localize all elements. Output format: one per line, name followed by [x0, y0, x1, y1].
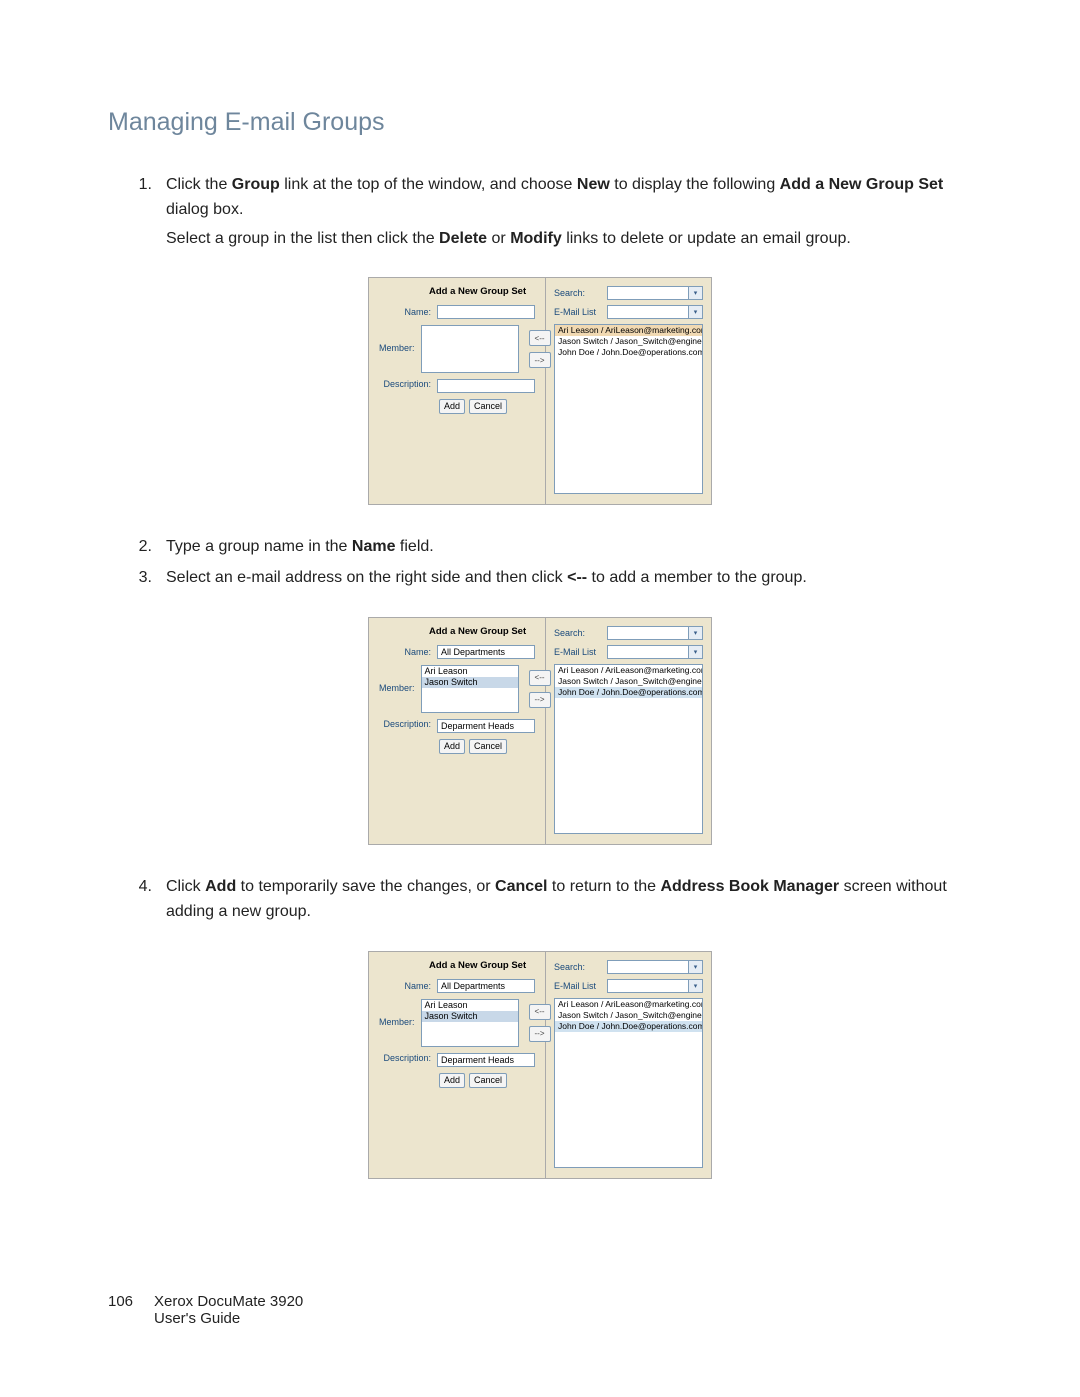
list-item[interactable]: Ari Leason / AriLeason@marketing.com / M…: [555, 999, 702, 1010]
instruction-list: 1. Click the Group link at the top of th…: [108, 173, 972, 251]
contact-listbox[interactable]: Ari Leason / AriLeason@marketing.com / M…: [554, 998, 703, 1168]
label-name: Name:: [379, 979, 437, 991]
chevron-down-icon: ▾: [688, 627, 702, 639]
list-item[interactable]: Jason Switch / Jason_Switch@engineering.…: [555, 1010, 702, 1021]
instruction-list: 2. Type a group name in the Name field. …: [108, 535, 972, 591]
chevron-down-icon: ▾: [688, 287, 702, 299]
add-member-button[interactable]: <--: [529, 330, 551, 346]
step-2: 2. Type a group name in the Name field.: [108, 535, 972, 560]
add-member-button[interactable]: <--: [529, 1004, 551, 1020]
list-item[interactable]: Jason Switch / Jason_Switch@engineering.…: [555, 676, 702, 687]
description-field[interactable]: [437, 379, 535, 393]
step-4: 4. Click Add to temporarily save the cha…: [108, 875, 972, 925]
dialog-add-group: Add a New Group Set Name: Member: Ari Le…: [368, 951, 712, 1179]
label-member: Member:: [379, 325, 421, 353]
dialog-add-group: Add a New Group Set Name: Member: Ari Le…: [368, 617, 712, 845]
label-filter: E-Mail List: [554, 647, 607, 657]
member-listbox[interactable]: Ari Leason Jason Switch: [421, 999, 519, 1047]
name-field[interactable]: [437, 979, 535, 993]
list-item[interactable]: Ari Leason: [422, 666, 518, 677]
step-3: 3. Select an e-mail address on the right…: [108, 566, 972, 591]
list-item[interactable]: John Doe / John.Doe@operations.com / Ope…: [555, 347, 702, 358]
name-field[interactable]: [437, 645, 535, 659]
dialog-add-group: Add a New Group Set Name: Member: <-- --…: [368, 277, 712, 505]
remove-member-button[interactable]: -->: [529, 352, 551, 368]
footer-line1: Xerox DocuMate 3920: [154, 1293, 303, 1310]
footer-line2: User's Guide: [154, 1310, 303, 1327]
cancel-button[interactable]: Cancel: [469, 1073, 507, 1088]
chevron-down-icon: ▾: [688, 980, 702, 992]
label-search: Search:: [554, 628, 607, 638]
dialog-title: Add a New Group Set: [429, 960, 535, 971]
figure-3: Add a New Group Set Name: Member: Ari Le…: [108, 951, 972, 1179]
label-description: Description:: [379, 719, 437, 729]
dialog-title: Add a New Group Set: [429, 286, 535, 297]
chevron-down-icon: ▾: [688, 961, 702, 973]
cancel-button[interactable]: Cancel: [469, 739, 507, 754]
member-listbox[interactable]: Ari Leason Jason Switch: [421, 665, 519, 713]
list-item[interactable]: Ari Leason / AriLeason@marketing.com / M…: [555, 665, 702, 676]
list-item[interactable]: John Doe / John.Doe@operations.com / Ope…: [555, 1021, 702, 1032]
section-heading: Managing E-mail Groups: [108, 108, 972, 137]
label-name: Name:: [379, 305, 437, 317]
list-item[interactable]: Jason Switch: [422, 677, 518, 688]
list-item[interactable]: Ari Leason: [422, 1000, 518, 1011]
dialog-title: Add a New Group Set: [429, 626, 535, 637]
search-combo[interactable]: ▾: [607, 626, 703, 640]
description-field[interactable]: [437, 719, 535, 733]
instruction-list: 4. Click Add to temporarily save the cha…: [108, 875, 972, 925]
label-filter: E-Mail List: [554, 981, 607, 991]
label-name: Name:: [379, 645, 437, 657]
add-member-button[interactable]: <--: [529, 670, 551, 686]
search-combo[interactable]: ▾: [607, 286, 703, 300]
add-button[interactable]: Add: [439, 739, 465, 754]
page-number: 106: [108, 1293, 154, 1327]
label-member: Member:: [379, 999, 421, 1027]
step-1: 1. Click the Group link at the top of th…: [108, 173, 972, 251]
label-member: Member:: [379, 665, 421, 693]
list-item[interactable]: Ari Leason / AriLeason@marketing.com / M…: [555, 325, 702, 336]
contact-listbox[interactable]: Ari Leason / AriLeason@marketing.com / M…: [554, 664, 703, 834]
label-search: Search:: [554, 288, 607, 298]
figure-2: Add a New Group Set Name: Member: Ari Le…: [108, 617, 972, 845]
add-button[interactable]: Add: [439, 399, 465, 414]
name-field[interactable]: [437, 305, 535, 319]
label-search: Search:: [554, 962, 607, 972]
chevron-down-icon: ▾: [688, 646, 702, 658]
filter-combo[interactable]: ▾: [607, 979, 703, 993]
remove-member-button[interactable]: -->: [529, 1026, 551, 1042]
add-button[interactable]: Add: [439, 1073, 465, 1088]
search-combo[interactable]: ▾: [607, 960, 703, 974]
member-listbox[interactable]: [421, 325, 519, 373]
list-item[interactable]: Jason Switch: [422, 1011, 518, 1022]
contact-listbox[interactable]: Ari Leason / AriLeason@marketing.com / M…: [554, 324, 703, 494]
document-page: Managing E-mail Groups 1. Click the Grou…: [0, 0, 1080, 1397]
cancel-button[interactable]: Cancel: [469, 399, 507, 414]
label-description: Description:: [379, 379, 437, 389]
filter-combo[interactable]: ▾: [607, 305, 703, 319]
filter-combo[interactable]: ▾: [607, 645, 703, 659]
description-field[interactable]: [437, 1053, 535, 1067]
remove-member-button[interactable]: -->: [529, 692, 551, 708]
figure-1: Add a New Group Set Name: Member: <-- --…: [108, 277, 972, 505]
list-item[interactable]: Jason Switch / Jason_Switch@engineering.…: [555, 336, 702, 347]
page-footer: 106 Xerox DocuMate 3920 User's Guide: [108, 1293, 303, 1327]
label-description: Description:: [379, 1053, 437, 1063]
list-item[interactable]: John Doe / John.Doe@operations.com / Ope…: [555, 687, 702, 698]
label-filter: E-Mail List: [554, 307, 607, 317]
chevron-down-icon: ▾: [688, 306, 702, 318]
